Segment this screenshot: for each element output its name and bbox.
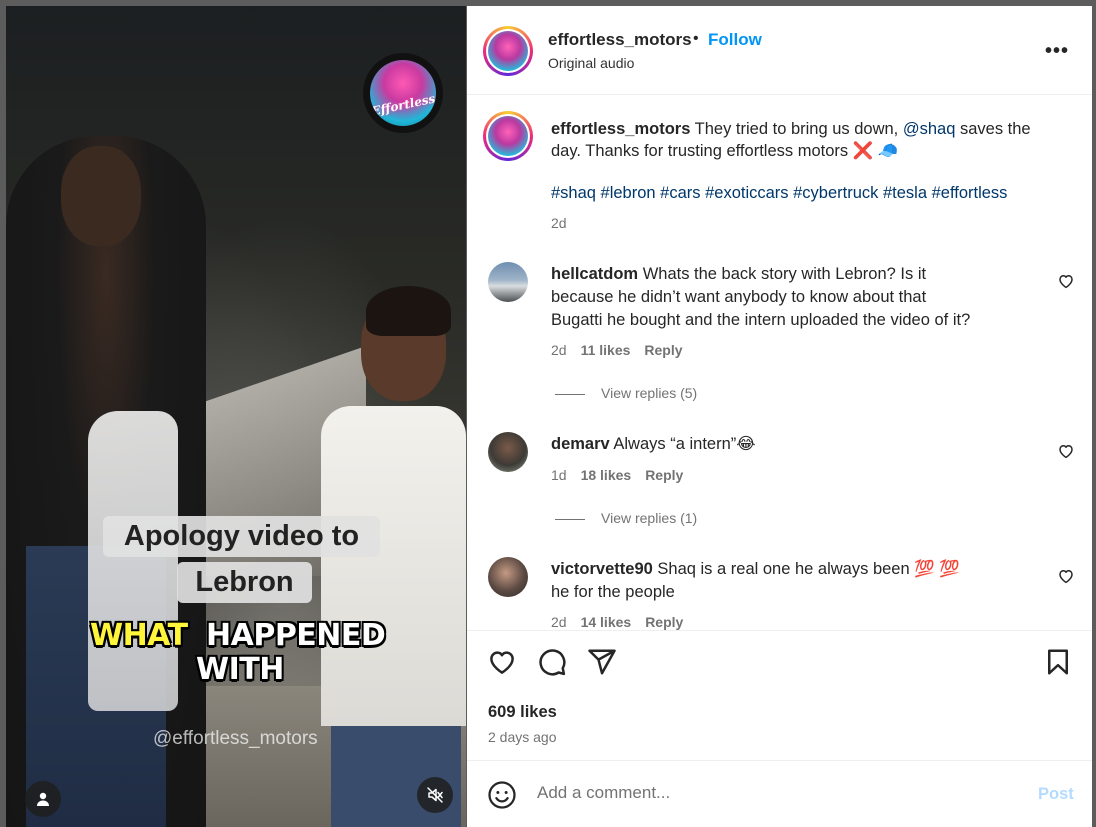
comment-reply-button[interactable]: Reply: [644, 342, 682, 358]
comment-username[interactable]: victorvette90: [551, 560, 653, 578]
caption-hashtags[interactable]: #shaq #lebron #cars #exoticcars #cybertr…: [551, 184, 1007, 203]
more-options-icon[interactable]: •••: [1045, 40, 1069, 63]
replies-line: [555, 393, 585, 395]
comment-like-heart-icon[interactable]: [1057, 442, 1075, 460]
video-caption-line1: Apology video to: [103, 516, 380, 557]
comment-avatar[interactable]: [488, 557, 528, 597]
post-modal: Effortless Apology video to Lebron WHAT …: [0, 0, 1096, 827]
brand-logo: Effortless: [363, 53, 443, 133]
comment-username[interactable]: hellcatdom: [551, 265, 638, 283]
person-icon: [37, 792, 49, 806]
video-player[interactable]: Effortless Apology video to Lebron WHAT …: [6, 6, 466, 827]
overlay-word-yellow: WHAT: [90, 618, 188, 653]
comment-reply-button[interactable]: Reply: [645, 614, 683, 630]
video-caption-line2: Lebron: [177, 562, 312, 603]
comment-like-heart-icon[interactable]: [1057, 567, 1075, 585]
overlay-line2: WITH: [196, 652, 284, 687]
post-actions-bar: 609 likes 2 days ago: [467, 630, 1092, 760]
post-date[interactable]: 2 days ago: [488, 729, 557, 745]
comment-avatar[interactable]: [488, 432, 528, 472]
overlay-word-white: HAPPENED: [206, 618, 386, 653]
likes-count[interactable]: 609 likes: [488, 703, 557, 722]
caption-text-before: They tried to bring us down,: [690, 120, 903, 138]
comment-bubble-icon[interactable]: [537, 647, 567, 677]
separator-dot: •: [693, 30, 699, 47]
caption-mention[interactable]: @shaq: [903, 120, 956, 138]
post-header: effortless_motors • Follow Original audi…: [467, 6, 1092, 95]
post-side-panel: effortless_motors • Follow Original audi…: [467, 6, 1092, 827]
comment-likes[interactable]: 11 likes: [581, 342, 631, 358]
shirt-held-image: [88, 411, 178, 711]
comment-text: Always “a intern”😂: [609, 435, 756, 453]
author-username[interactable]: effortless_motors: [548, 30, 692, 50]
comment-likes[interactable]: 18 likes: [581, 467, 632, 483]
post-caption: effortless_motors They tried to bring us…: [551, 118, 1051, 162]
comment-reply-button[interactable]: Reply: [645, 467, 683, 483]
replies-line: [555, 518, 585, 520]
comment-meta: 2d 11 likes Reply: [551, 342, 697, 358]
mute-button[interactable]: [417, 777, 453, 813]
view-replies-label: View replies (5): [601, 385, 698, 401]
comment-meta: 1d 18 likes Reply: [551, 467, 697, 483]
save-bookmark-icon[interactable]: [1043, 647, 1073, 677]
comment-avatar[interactable]: [488, 262, 528, 302]
comment-likes[interactable]: 14 likes: [581, 614, 632, 630]
post-comment-button[interactable]: Post: [1038, 785, 1074, 804]
share-send-icon[interactable]: [587, 647, 617, 677]
caption-time[interactable]: 2d: [551, 215, 567, 231]
tagged-users-button[interactable]: [25, 781, 61, 817]
comment-time[interactable]: 2d: [551, 342, 567, 358]
comment-meta: 2d 14 likes Reply: [551, 614, 697, 630]
author-avatar[interactable]: [483, 26, 533, 76]
view-replies-button[interactable]: View replies (5): [555, 385, 697, 401]
comment-body: demarv Always “a intern”😂: [551, 433, 971, 456]
comment-body: hellcatdom Whats the back story with Leb…: [551, 263, 971, 332]
comment-time[interactable]: 1d: [551, 467, 567, 483]
comment-like-heart-icon[interactable]: [1057, 272, 1075, 290]
view-replies-label: View replies (1): [601, 510, 698, 526]
comment-time[interactable]: 2d: [551, 614, 567, 630]
audio-label[interactable]: Original audio: [548, 55, 634, 71]
view-replies-button[interactable]: View replies (1): [555, 510, 697, 526]
caption-author-avatar[interactable]: [483, 111, 533, 161]
follow-button[interactable]: Follow: [708, 30, 762, 50]
speaker-muted-icon: [427, 787, 443, 803]
emoji-smile-icon[interactable]: [487, 780, 517, 810]
like-heart-icon[interactable]: [487, 647, 517, 677]
caption-username[interactable]: effortless_motors: [551, 120, 690, 138]
add-comment-bar: Post: [467, 760, 1092, 827]
video-watermark: @effortless_motors: [153, 728, 318, 749]
comment-input[interactable]: [537, 783, 997, 803]
comments-list[interactable]: effortless_motors They tried to bring us…: [467, 96, 1092, 630]
comment-body: victorvette90 Shaq is a real one he alwa…: [551, 558, 971, 604]
comment-username[interactable]: demarv: [551, 435, 610, 453]
